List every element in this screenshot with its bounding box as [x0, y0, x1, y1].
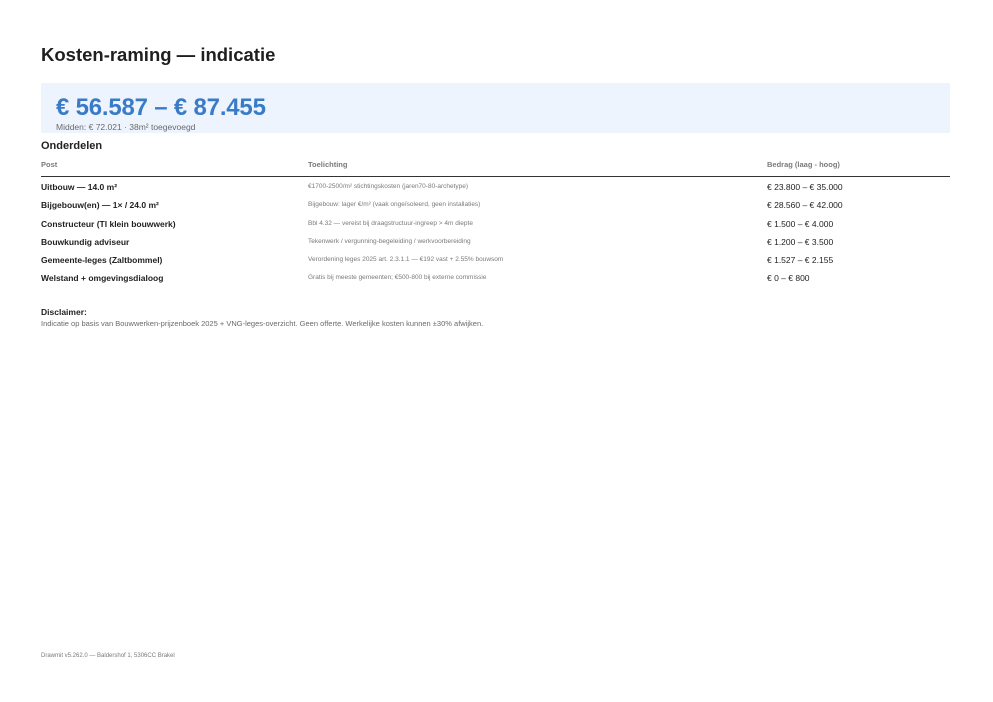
- table-header: Post Toelichting Bedrag (laag - hoog): [41, 158, 950, 177]
- column-header-post: Post: [41, 160, 58, 169]
- disclaimer-text: Indicatie op basis van Bouwwerken-prijze…: [41, 319, 484, 328]
- section-title-onderdelen: Onderdelen: [41, 140, 103, 152]
- table-row: Welstand + omgevingsdialoog Gratis bij m…: [41, 268, 950, 286]
- row-toelichting: Bbl 4.32 — vereist bij draagstructuur-in…: [308, 219, 473, 227]
- row-toelichting: Tekenwerk / vergunning-begeleiding / wer…: [308, 237, 471, 245]
- row-bedrag: € 1.527 – € 2.155: [767, 255, 834, 266]
- table-row: Bijgebouw(en) — 1× / 24.0 m² Bijgebouw: …: [41, 195, 950, 213]
- row-post: Constructeur (Tl klein bouwwerk): [41, 218, 176, 229]
- cost-summary-box: € 56.587 – € 87.455 Midden: € 72.021 · 3…: [41, 83, 950, 133]
- row-post: Uitbouw — 14.0 m²: [41, 182, 118, 192]
- table-row: Bouwkundig adviseur Tekenwerk / vergunni…: [41, 232, 950, 250]
- column-header-toelichting: Toelichting: [308, 160, 348, 169]
- row-bedrag: € 1.500 – € 4.000: [767, 218, 834, 229]
- row-bedrag: € 1.200 – € 3.500: [767, 236, 834, 247]
- row-post: Gemeente-leges (Zaltbommel): [41, 255, 163, 266]
- row-toelichting: €1700-2500/m² stichtingskosten (jaren70-…: [308, 183, 469, 190]
- row-toelichting: Verordening leges 2025 art. 2.3.1.1 — €1…: [308, 256, 504, 264]
- row-bedrag: € 28.560 – € 42.000: [767, 200, 843, 211]
- row-bedrag: € 0 – € 800: [767, 273, 810, 284]
- row-post: Welstand + omgevingsdialoog: [41, 273, 164, 284]
- column-header-bedrag: Bedrag (laag - hoog): [767, 160, 840, 169]
- row-post: Bijgebouw(en) — 1× / 24.0 m²: [41, 200, 159, 211]
- disclaimer-label: Disclaimer:: [41, 307, 87, 317]
- row-post: Bouwkundig adviseur: [41, 236, 130, 247]
- cost-range: € 56.587 – € 87.455: [56, 94, 266, 121]
- page-title: Kosten-raming — indicatie: [41, 44, 276, 65]
- row-toelichting: Bijgebouw: lager €/m² (vaak ongeïsoleerd…: [308, 201, 481, 209]
- table-row: Constructeur (Tl klein bouwwerk) Bbl 4.3…: [41, 214, 950, 232]
- row-toelichting: Gratis bij meeste gemeenten; €500-800 bi…: [308, 274, 487, 282]
- footer-text: Drawmit v5.262.0 — Baldershof 1, 5306CC …: [41, 653, 175, 659]
- cost-midpoint: Midden: € 72.021 · 38m² toegevoegd: [56, 122, 196, 132]
- table-row: Gemeente-leges (Zaltbommel) Verordening …: [41, 250, 950, 268]
- row-bedrag: € 23.800 – € 35.000: [767, 182, 843, 192]
- table-row: Uitbouw — 14.0 m² €1700-2500/m² stichtin…: [41, 177, 950, 195]
- page: Kosten-raming — indicatie € 56.587 – € 8…: [0, 0, 993, 702]
- cost-table: Post Toelichting Bedrag (laag - hoog) Ui…: [41, 158, 950, 287]
